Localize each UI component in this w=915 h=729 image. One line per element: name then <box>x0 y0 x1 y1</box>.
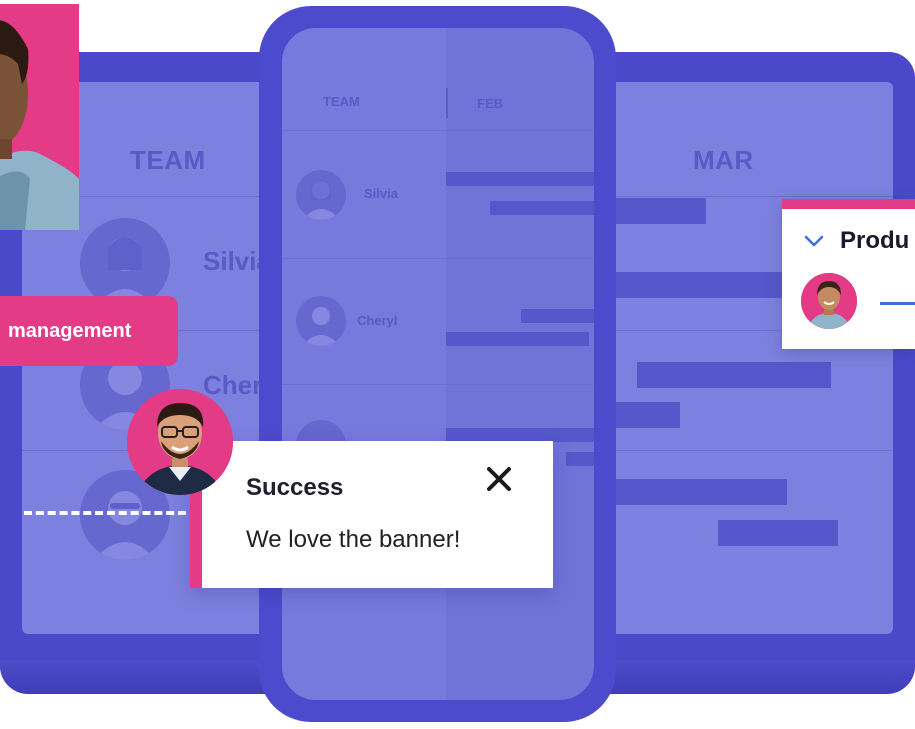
phone-divider <box>282 130 594 131</box>
laptop-mar-header: MAR <box>693 145 754 175</box>
laptop-row-name: Cheryl <box>203 370 261 400</box>
chevron-down-icon[interactable] <box>803 230 825 252</box>
phone-row-name: Cheryl <box>357 313 398 328</box>
woman-portrait-icon <box>0 4 79 230</box>
phone-header-separator <box>446 88 448 118</box>
toast-accent-bar <box>190 489 202 588</box>
phone-team-header: TEAM <box>323 94 360 109</box>
gantt-bar <box>616 198 706 224</box>
product-card-accent <box>782 199 915 209</box>
gantt-bar <box>490 201 594 215</box>
toast-message: We love the banner! <box>246 526 461 553</box>
avatar <box>801 273 857 329</box>
dashed-connector <box>24 511 186 515</box>
gantt-bar <box>446 172 594 186</box>
avatar <box>296 170 346 220</box>
tag-label: management <box>8 319 132 342</box>
laptop-divider <box>616 450 893 451</box>
progress-line <box>880 302 915 305</box>
man-portrait-icon <box>127 389 233 495</box>
laptop-team-header: TEAM <box>130 145 206 175</box>
phone-feb-header: FEB <box>477 96 503 111</box>
profile-photo-card <box>0 4 79 230</box>
gantt-bar <box>521 309 594 323</box>
phone-team-column <box>282 28 446 700</box>
avatar <box>296 296 346 346</box>
gantt-bar <box>718 520 838 546</box>
product-card[interactable] <box>782 199 915 349</box>
laptop-divider <box>616 196 893 197</box>
product-card-title: Produ <box>840 227 910 254</box>
gantt-bar <box>566 452 594 466</box>
close-icon[interactable] <box>484 464 514 494</box>
gantt-bar <box>446 332 589 346</box>
phone-divider <box>282 258 594 259</box>
gantt-bar <box>637 362 831 388</box>
gantt-bar <box>616 402 680 428</box>
toast-title: Success <box>246 474 344 501</box>
avatar <box>80 218 170 308</box>
phone-divider <box>282 384 594 385</box>
management-tag[interactable]: management <box>0 296 178 366</box>
laptop-row-name: Silvia <box>203 246 261 276</box>
phone-row-name: Silvia <box>364 186 398 201</box>
avatar <box>127 389 233 495</box>
woman-portrait-icon <box>801 273 857 329</box>
gantt-bar <box>446 428 594 442</box>
gantt-bar <box>616 479 787 505</box>
